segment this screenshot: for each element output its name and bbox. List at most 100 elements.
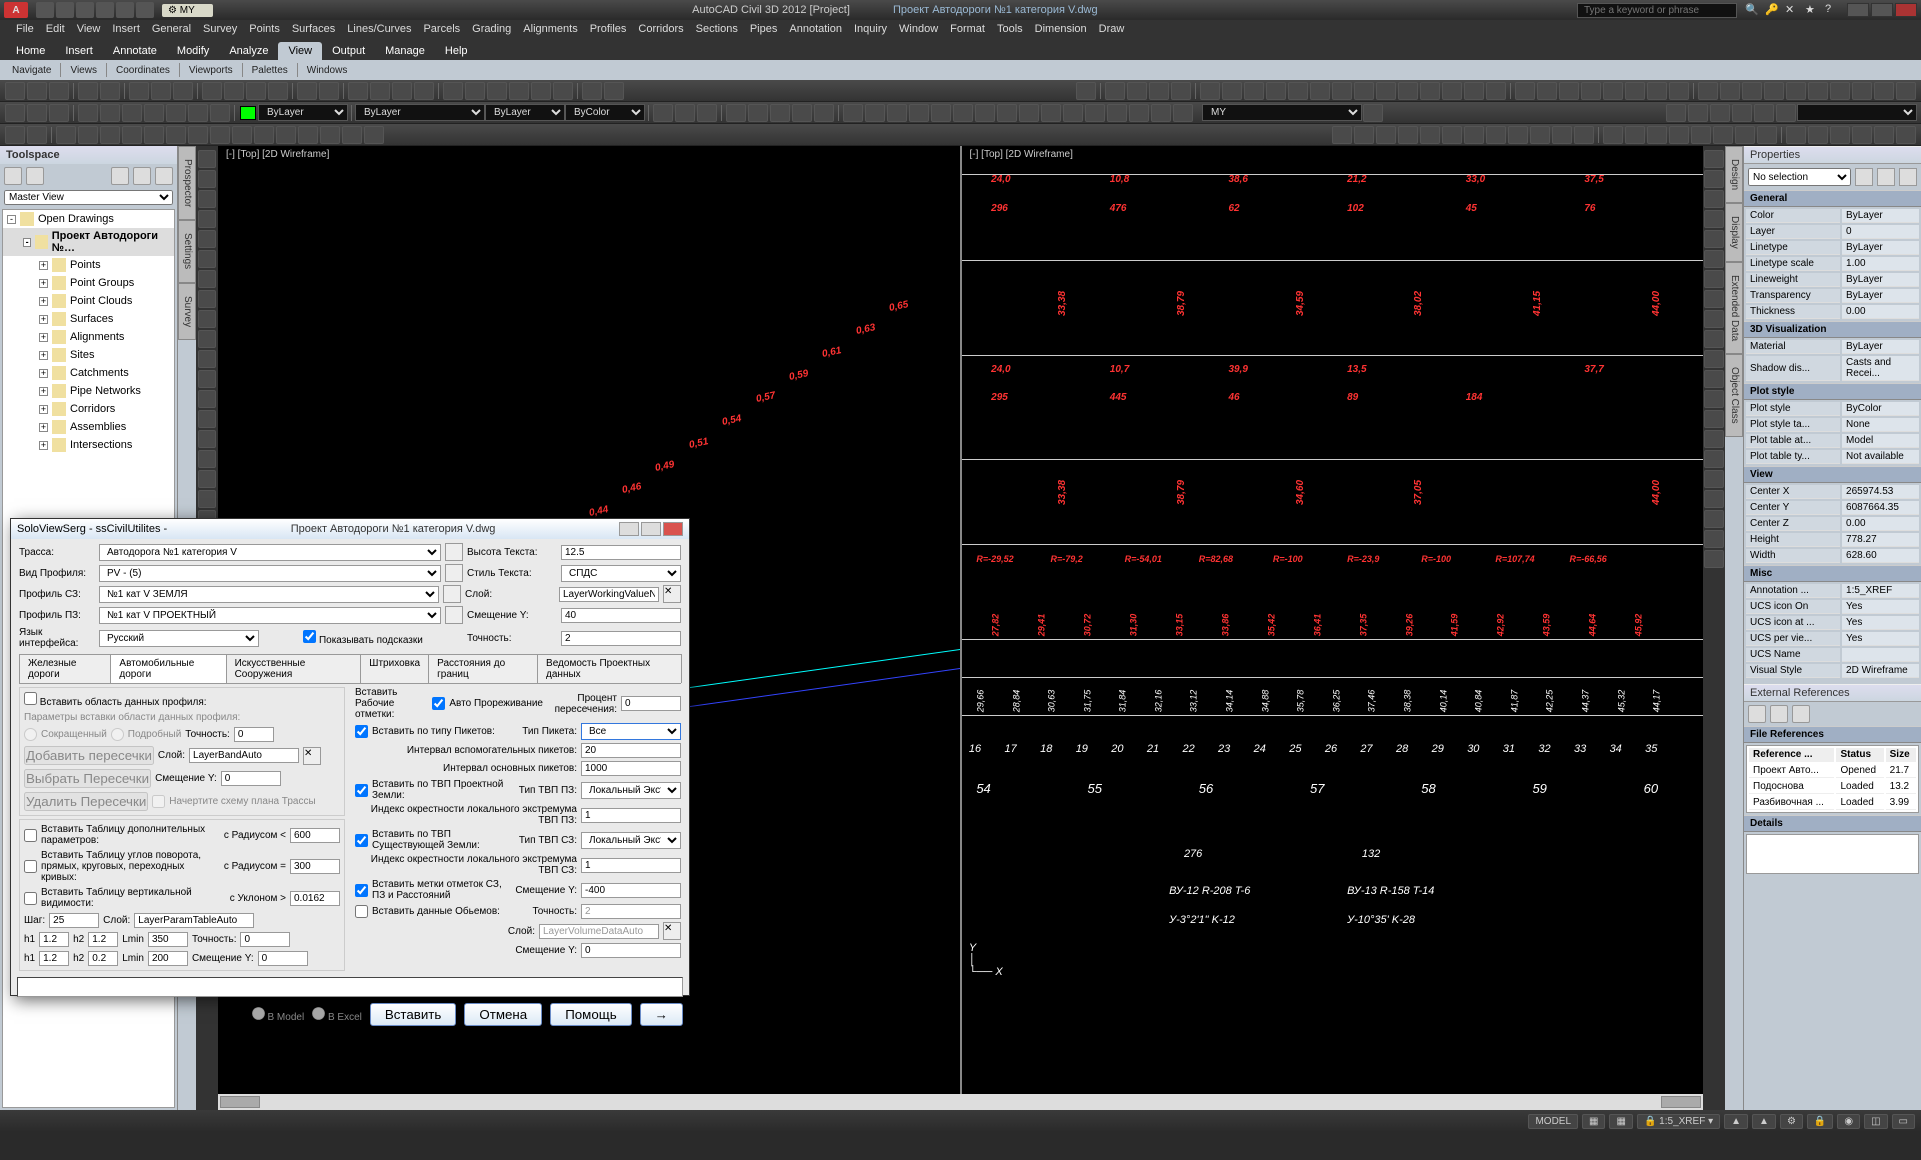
prop-value[interactable]: 0.00 — [1842, 305, 1919, 319]
ribbon-tab-home[interactable]: Home — [6, 42, 55, 60]
chk-table-vert[interactable] — [24, 892, 37, 905]
tree-node-alignments[interactable]: +Alignments — [3, 328, 174, 346]
ellipse-icon[interactable] — [198, 330, 216, 348]
lineweight-select[interactable]: ByLayer — [485, 104, 565, 121]
ts-help-icon[interactable] — [155, 167, 173, 185]
exchange-icon[interactable]: ✕ — [1785, 3, 1799, 17]
text-edit-icon[interactable] — [1559, 82, 1579, 100]
justify-icon[interactable] — [1647, 82, 1667, 100]
menu-corridors[interactable]: Corridors — [638, 23, 683, 35]
h1a-input[interactable] — [39, 932, 69, 947]
layer-states-icon[interactable] — [49, 104, 69, 122]
xref-row[interactable]: Проект Авто...Opened21.7 — [1749, 764, 1916, 778]
profile-sz-select[interactable]: №1 кат V ЗЕМЛЯ — [99, 586, 439, 603]
xref-table[interactable]: Reference ...StatusSizeПроект Авто...Ope… — [1746, 745, 1919, 813]
calculator-icon[interactable] — [553, 82, 573, 100]
prop-value[interactable]: 6087664.35 — [1842, 501, 1919, 515]
ts-home-icon[interactable] — [4, 167, 22, 185]
osnap-node-icon[interactable] — [298, 126, 318, 144]
copy2-icon[interactable] — [1704, 170, 1724, 188]
dim-radius-icon[interactable] — [1288, 82, 1308, 100]
measure-dist-icon[interactable] — [726, 104, 746, 122]
tree-node-catchments[interactable]: +Catchments — [3, 364, 174, 382]
materials-icon[interactable] — [1830, 126, 1850, 144]
maximize-button[interactable] — [1871, 3, 1893, 17]
viewport-right[interactable]: [-] [Top] [2D Wireframe] 24,029610,84763… — [962, 146, 1704, 1094]
zoom-prev-icon[interactable] — [414, 82, 434, 100]
menu-inquiry[interactable]: Inquiry — [854, 23, 887, 35]
sb-clean-icon[interactable]: ▭ — [1892, 1114, 1915, 1129]
view-right-icon[interactable] — [1764, 82, 1784, 100]
prop-row[interactable]: Center Y6087664.35 — [1746, 501, 1919, 515]
prop-value[interactable]: Yes — [1842, 600, 1919, 614]
xref-col[interactable]: Status — [1836, 748, 1883, 762]
text-single-icon[interactable] — [1537, 82, 1557, 100]
ribbon-panel-palettes[interactable]: Palettes — [252, 65, 288, 76]
layer-merge-icon[interactable] — [188, 104, 208, 122]
profile-pz-pick-icon[interactable] — [445, 606, 463, 624]
prop-value[interactable]: 1.00 — [1842, 257, 1919, 271]
osnap-appint-icon[interactable] — [122, 126, 142, 144]
band-precision-input[interactable] — [234, 727, 274, 742]
fillet2-icon[interactable] — [1704, 450, 1724, 468]
toggle-pickadd-icon[interactable] — [1899, 168, 1917, 186]
new-icon[interactable] — [5, 82, 25, 100]
scrollbar-thumb[interactable] — [220, 1096, 260, 1108]
gradient-icon[interactable] — [198, 430, 216, 448]
draworder-icon[interactable] — [1704, 550, 1724, 568]
profile-view-pick-icon[interactable] — [445, 564, 463, 582]
ribbon-tab-insert[interactable]: Insert — [55, 42, 103, 60]
sb-hw-icon[interactable]: ◉ — [1837, 1114, 1860, 1129]
dialog-cmdline[interactable] — [17, 977, 683, 997]
redo-icon[interactable] — [319, 82, 339, 100]
prop-section-misc[interactable]: Misc — [1744, 565, 1921, 582]
text-style-select[interactable]: СПДС — [561, 565, 681, 582]
prop-value[interactable]: ByLayer — [1842, 241, 1919, 255]
prop-value[interactable]: 778.27 — [1842, 533, 1919, 547]
osnap-settings-icon[interactable] — [364, 126, 384, 144]
osnap-par-icon[interactable] — [254, 126, 274, 144]
layer-lock-icon[interactable] — [122, 104, 142, 122]
aux-interval-input[interactable] — [581, 743, 681, 758]
dialog-maximize-button[interactable] — [641, 522, 661, 536]
ucs-world-icon[interactable] — [1354, 126, 1374, 144]
explode-icon[interactable] — [1173, 104, 1193, 122]
view-bottom-icon[interactable] — [1720, 82, 1740, 100]
prop-row[interactable]: UCS icon OnYes — [1746, 600, 1919, 614]
prop-row[interactable]: UCS per vie...Yes — [1746, 632, 1919, 646]
menu-annotation[interactable]: Annotation — [789, 23, 842, 35]
prop-value[interactable]: Yes — [1842, 632, 1919, 646]
prop-value[interactable]: Yes — [1842, 616, 1919, 630]
viewport-scrollbar-h[interactable] — [218, 1094, 1703, 1110]
copy-obj-icon[interactable] — [865, 104, 885, 122]
save-icon[interactable] — [49, 82, 69, 100]
osnap-center-icon[interactable] — [166, 126, 186, 144]
ref-icon[interactable] — [1105, 82, 1125, 100]
selection-type-select[interactable]: No selection — [1748, 168, 1851, 186]
qat-new-icon[interactable] — [36, 2, 54, 18]
properties-header[interactable]: Properties — [1744, 146, 1921, 164]
toolspace-tab-survey[interactable]: Survey — [178, 283, 196, 340]
ucs-object-icon[interactable] — [1420, 126, 1440, 144]
sb-ws-icon[interactable]: ⚙ — [1780, 1114, 1803, 1129]
neighborhood-sz-input[interactable] — [581, 858, 681, 873]
offset2-icon[interactable] — [1704, 210, 1724, 228]
h1b-input[interactable] — [39, 951, 69, 966]
spline-icon[interactable] — [198, 310, 216, 328]
render-icon[interactable] — [1786, 126, 1806, 144]
join2-icon[interactable] — [1704, 410, 1724, 428]
match-icon[interactable] — [268, 82, 288, 100]
ribbon-tab-output[interactable]: Output — [322, 42, 375, 60]
help-button[interactable]: Помощь — [550, 1003, 631, 1026]
dim-edit-icon[interactable] — [1442, 82, 1462, 100]
menu-points[interactable]: Points — [249, 23, 280, 35]
explode2-icon[interactable] — [1704, 490, 1724, 508]
zoom-rt-icon[interactable] — [1666, 104, 1686, 122]
setvar-icon[interactable] — [1704, 510, 1724, 528]
ribbon-panel-navigate[interactable]: Navigate — [12, 65, 51, 76]
menu-sections[interactable]: Sections — [696, 23, 738, 35]
dim-linear-icon[interactable] — [1200, 82, 1220, 100]
vs-conceptual-icon[interactable] — [1691, 126, 1711, 144]
pline-icon[interactable] — [198, 190, 216, 208]
menu-dimension[interactable]: Dimension — [1035, 23, 1087, 35]
